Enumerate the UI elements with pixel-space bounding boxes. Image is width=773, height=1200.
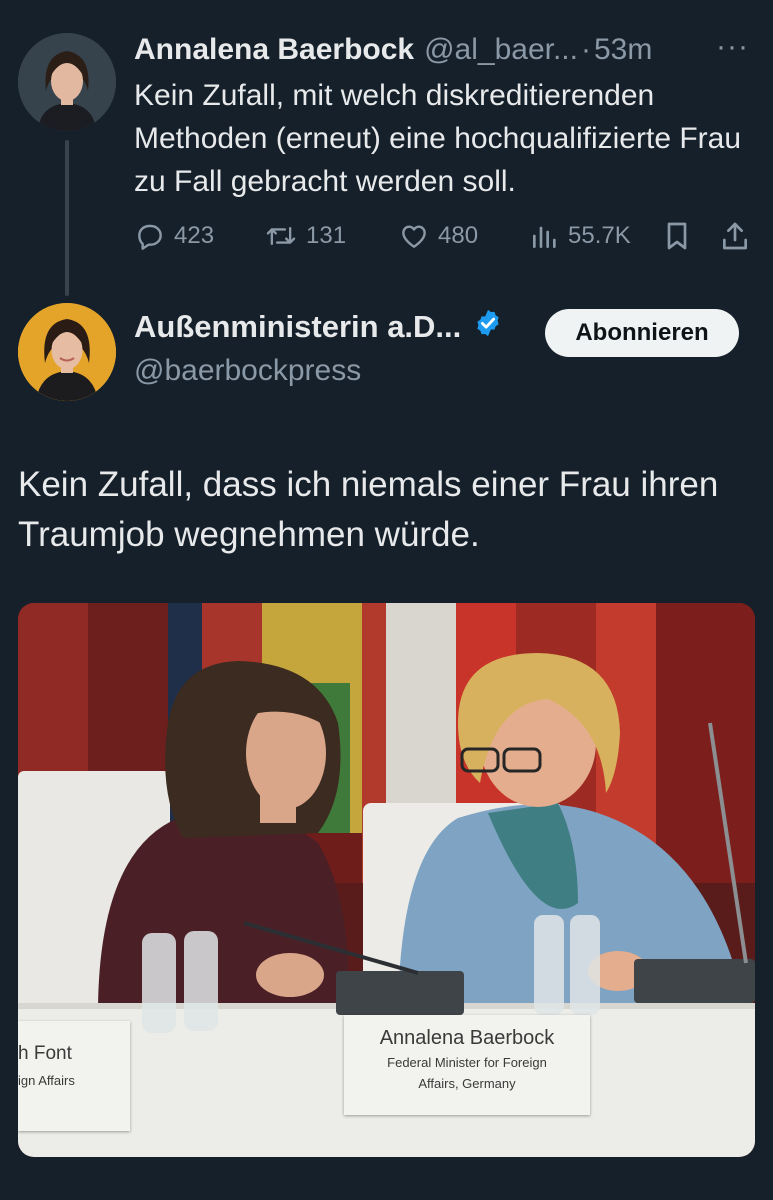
author-handle[interactable]: @baerbockpress xyxy=(134,354,361,388)
reply-button[interactable]: 423 xyxy=(134,214,214,258)
verified-badge-icon xyxy=(473,308,503,346)
repost-count: 131 xyxy=(306,222,347,249)
share-icon xyxy=(723,222,748,250)
repost-icon xyxy=(266,226,296,246)
placard-title-line1: Federal Minister for Foreign xyxy=(387,1055,547,1070)
thread-line xyxy=(65,140,69,296)
share-button[interactable] xyxy=(720,214,758,258)
view-count: 55.7K xyxy=(568,222,631,249)
author-name-text: Außenministerin a.D... xyxy=(134,309,462,344)
placard-title-line2: Affairs, Germany xyxy=(418,1076,516,1091)
author-name[interactable]: Annalena Baerbock xyxy=(134,33,414,67)
name-placard: Annalena Baerbock Federal Minister for F… xyxy=(344,1015,590,1115)
left-placard-title: ign Affairs xyxy=(18,1073,75,1088)
bookmark-button[interactable] xyxy=(662,214,700,258)
views-button[interactable]: 55.7K xyxy=(530,214,631,258)
reply-icon xyxy=(138,224,162,250)
placard-name: Annalena Baerbock xyxy=(379,1027,555,1049)
tweet-photo[interactable]: Annalena Baerbock Federal Minister for F… xyxy=(18,603,755,1157)
tweet-actions: 423 131 480 55.7K xyxy=(134,214,756,258)
tweet-page: Annalena Baerbock @al_baer... · 53m ··· … xyxy=(0,0,773,1200)
repost-button[interactable]: 131 xyxy=(264,214,346,258)
like-count: 480 xyxy=(438,222,479,249)
timestamp[interactable]: 53m xyxy=(594,33,652,67)
tweet-text: Kein Zufall, mit welch diskreditierenden… xyxy=(134,79,742,198)
tweet-header: Annalena Baerbock @al_baer... · 53m ··· xyxy=(134,28,749,72)
author-handle[interactable]: @al_baer... xyxy=(424,33,578,67)
left-placard: h Font ign Affairs xyxy=(18,1021,130,1131)
follow-button[interactable]: Abonnieren xyxy=(545,309,739,357)
tweet-text: Kein Zufall, dass ich niemals einer Frau… xyxy=(18,465,719,554)
avatar[interactable] xyxy=(18,33,116,131)
bookmark-icon xyxy=(667,222,687,250)
like-button[interactable]: 480 xyxy=(398,214,478,258)
author-name[interactable]: Außenministerin a.D... xyxy=(134,308,503,346)
left-placard-name: h Font xyxy=(18,1043,72,1064)
more-icon[interactable]: ··· xyxy=(716,30,749,64)
like-icon xyxy=(402,225,426,248)
reply-count: 423 xyxy=(174,222,215,249)
avatar[interactable] xyxy=(18,303,116,401)
separator-dot: · xyxy=(580,33,591,66)
views-icon xyxy=(533,226,556,248)
